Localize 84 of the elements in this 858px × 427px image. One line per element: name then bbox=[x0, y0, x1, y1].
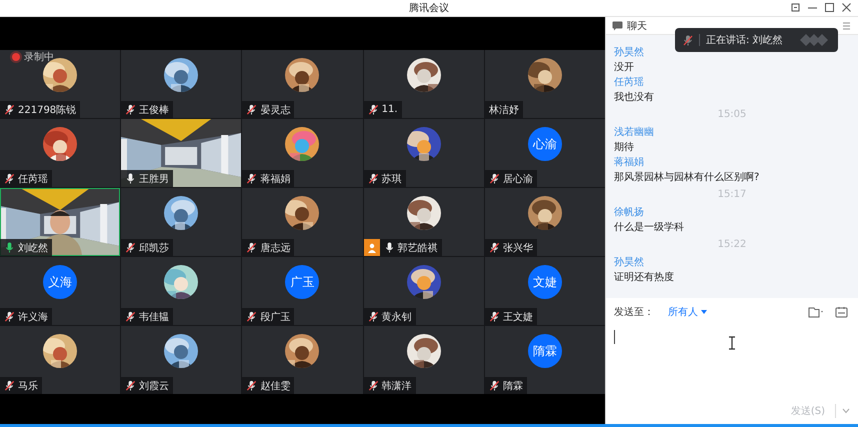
mic-muted-icon[interactable] bbox=[368, 104, 379, 115]
message-text: 没开 bbox=[614, 61, 635, 75]
mic-muted-icon[interactable] bbox=[488, 173, 500, 184]
mic-muted-icon[interactable] bbox=[4, 311, 15, 322]
mic-muted-icon[interactable] bbox=[4, 380, 15, 391]
message-text: 期待 bbox=[614, 140, 635, 155]
mic-muted-icon[interactable] bbox=[125, 104, 136, 115]
message-time: 15:17 bbox=[716, 188, 748, 202]
participant-name: 韦佳韫 bbox=[139, 310, 170, 324]
mic-muted-icon[interactable] bbox=[488, 242, 500, 253]
speaking-text: 正在讲话: 刘屹然 bbox=[706, 34, 784, 47]
mic-muted-icon[interactable] bbox=[125, 242, 136, 253]
initials-avatar: 文婕 bbox=[528, 265, 562, 299]
screenshot-icon[interactable] bbox=[833, 306, 850, 318]
message-text: 那风景园林与园林有什么区别啊? bbox=[614, 170, 760, 185]
mic-muted-icon[interactable] bbox=[368, 311, 379, 322]
participant-name: 林洁妤 bbox=[488, 104, 519, 116]
message-text: 什么是一级学科 bbox=[614, 220, 685, 235]
participant-name: 居心渝 bbox=[502, 172, 533, 186]
participant-name: 段广玉 bbox=[260, 310, 290, 324]
recording-label: 录制中 bbox=[24, 50, 54, 64]
mic-muted-icon[interactable] bbox=[4, 104, 15, 115]
mic-muted-icon[interactable] bbox=[246, 173, 258, 184]
mic-muted-icon[interactable] bbox=[125, 311, 136, 322]
mic-muted-icon[interactable] bbox=[246, 104, 258, 115]
mic-muted-icon[interactable] bbox=[488, 380, 500, 391]
participant-name: 刘霞云 bbox=[139, 380, 170, 392]
mic-muted-icon[interactable] bbox=[125, 380, 136, 391]
initials-avatar: 心渝 bbox=[528, 127, 562, 161]
caret-icon bbox=[701, 310, 707, 314]
participant-name: 11. bbox=[382, 104, 398, 115]
participant-name: 王文婕 bbox=[502, 310, 533, 324]
mic-muted-icon[interactable] bbox=[368, 380, 379, 391]
mic-muted-icon[interactable] bbox=[246, 242, 258, 253]
participant-name: 任芮瑶 bbox=[18, 172, 48, 186]
menu-icon[interactable] bbox=[841, 20, 852, 30]
participant-name: 马乐 bbox=[18, 380, 38, 392]
folder-icon[interactable] bbox=[808, 306, 825, 318]
chat-title: 聊天 bbox=[627, 20, 648, 32]
participant-name: 王胜男 bbox=[139, 172, 170, 186]
maximize-icon[interactable] bbox=[824, 2, 835, 13]
initials-avatar: 义海 bbox=[43, 265, 78, 299]
window-title: 腾讯会议 bbox=[409, 2, 449, 15]
mic-muted-icon bbox=[683, 34, 693, 46]
participant-name: 晏灵志 bbox=[260, 104, 290, 116]
participant-name: 唐志远 bbox=[260, 242, 290, 254]
sender-name[interactable]: 孙昊然 bbox=[614, 255, 850, 270]
initials-avatar: 广玉 bbox=[285, 265, 320, 299]
participant-name: 韩潇洋 bbox=[382, 380, 412, 392]
mic-muted-icon[interactable] bbox=[4, 173, 15, 184]
recipient-dropdown[interactable]: 所有人 bbox=[668, 305, 707, 319]
participant-name: 蒋福娟 bbox=[260, 172, 290, 186]
participant-name: 221798陈锐 bbox=[18, 104, 76, 116]
message-text: 证明还有热度 bbox=[614, 270, 675, 285]
mic-muted-icon[interactable] bbox=[368, 173, 379, 184]
participant-name: 许义海 bbox=[18, 310, 48, 324]
participant-name: 邱凯莎 bbox=[139, 242, 170, 254]
mic-muted-icon[interactable] bbox=[246, 380, 258, 391]
participant-name: 郭艺皓祺 bbox=[398, 242, 438, 254]
participant-name: 刘屹然 bbox=[18, 242, 48, 254]
initials-avatar: 隋霖 bbox=[528, 334, 562, 368]
message-text: 我也没有 bbox=[614, 90, 655, 105]
participant-name: 王俊棒 bbox=[139, 104, 170, 116]
sender-name[interactable]: 浅若幽幽 bbox=[614, 125, 850, 140]
mic-muted-icon[interactable] bbox=[488, 311, 500, 322]
participant-name: 赵佳雯 bbox=[260, 380, 290, 392]
mic-icon[interactable] bbox=[4, 242, 15, 253]
participant-name: 苏琪 bbox=[382, 172, 402, 186]
participant-name: 黄永钊 bbox=[382, 310, 412, 324]
sender-name[interactable]: 任芮瑶 bbox=[614, 75, 850, 90]
message-time: 15:05 bbox=[716, 108, 748, 122]
sender-name[interactable]: 徐帆扬 bbox=[614, 205, 850, 220]
participant-name: 隋霖 bbox=[502, 380, 523, 392]
sender-name[interactable]: 蒋福娟 bbox=[614, 155, 850, 170]
participant-name: 张兴华 bbox=[502, 242, 533, 254]
close-icon[interactable] bbox=[841, 2, 852, 13]
message-time: 15:22 bbox=[716, 238, 748, 252]
chat-icon bbox=[612, 20, 623, 30]
mic-icon[interactable] bbox=[125, 173, 136, 184]
mic-muted-icon[interactable] bbox=[246, 311, 258, 322]
text-cursor-icon bbox=[728, 336, 736, 350]
send-to-label: 发送至： bbox=[614, 306, 654, 319]
mic-icon[interactable] bbox=[384, 242, 395, 253]
diamond-icon bbox=[798, 33, 830, 47]
